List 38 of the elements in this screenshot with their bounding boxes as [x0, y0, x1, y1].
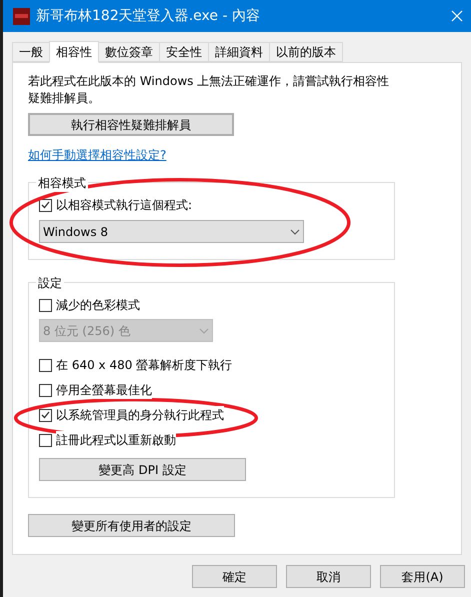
close-icon[interactable]	[451, 10, 463, 22]
checkbox[interactable]	[39, 408, 52, 422]
button[interactable]: 確定	[192, 565, 277, 588]
button[interactable]: 變更所有使用者的設定	[28, 514, 235, 537]
tab[interactable]: 相容性	[49, 41, 99, 63]
window-title: 新哥布林182天堂登入器.exe - 內容	[36, 6, 260, 26]
checkbox-label[interactable]: 在 640 x 480 螢幕解析度下執行	[56, 356, 232, 374]
tab[interactable]: 安全性	[159, 42, 209, 62]
tab[interactable]: 以前的版本	[269, 42, 343, 62]
tab[interactable]: 詳細資料	[208, 42, 270, 62]
group-legend: 相容模式	[36, 174, 88, 192]
group-legend: 設定	[36, 274, 64, 292]
checkmark-icon	[41, 201, 50, 209]
help-link[interactable]: 如何手動選擇相容性設定?	[28, 146, 166, 164]
checkbox[interactable]	[39, 198, 52, 212]
chevron-down-icon	[290, 228, 300, 234]
checkbox-label[interactable]: 以相容模式執行這個程式:	[56, 196, 192, 214]
checkbox[interactable]	[39, 384, 52, 396]
checkbox[interactable]	[39, 434, 52, 446]
checkmark-icon	[41, 411, 50, 419]
checkbox-label[interactable]: 停用全螢幕最佳化	[56, 381, 152, 399]
button[interactable]: 執行相容性疑難排解員	[28, 113, 234, 136]
button[interactable]: 取消	[286, 565, 371, 588]
checkbox-label[interactable]: 註冊此程式以重新啟動	[56, 431, 176, 449]
tab[interactable]: 一般	[12, 42, 50, 62]
checkbox-label[interactable]: 減少的色彩模式	[56, 296, 140, 314]
dropdown-value: 8 位元 (256) 色	[43, 322, 130, 340]
dropdown[interactable]: Windows 8	[39, 220, 304, 243]
checkbox-label[interactable]: 以系統管理員的身分執行此程式	[56, 406, 224, 424]
app-icon	[13, 8, 30, 24]
button[interactable]: 變更高 DPI 設定	[39, 458, 246, 481]
chevron-down-icon	[199, 328, 209, 334]
description-text: 若此程式在此版本的 Windows 上無法正確運作，請嘗試執行相容性疑難排解員。	[28, 73, 390, 107]
checkbox[interactable]	[39, 298, 52, 312]
dropdown-value: Windows 8	[43, 224, 108, 240]
button[interactable]: 套用(A)	[380, 565, 465, 588]
checkbox[interactable]	[39, 358, 52, 372]
tab[interactable]: 數位簽章	[98, 42, 160, 62]
